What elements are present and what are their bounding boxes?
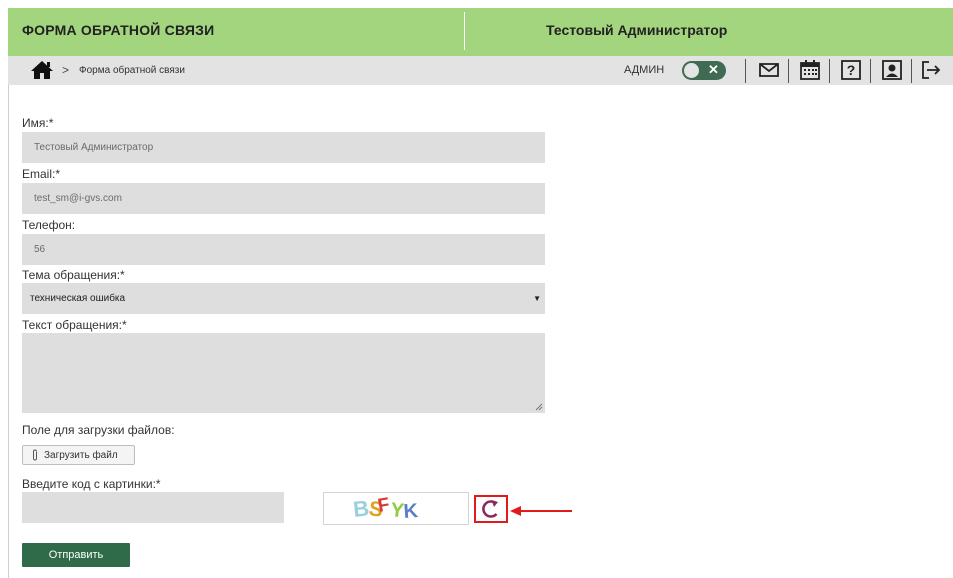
help-icon[interactable]: ? [840, 59, 862, 81]
upload-label: Поле для загрузки файлов: [22, 423, 175, 437]
calendar-icon[interactable] [799, 59, 821, 81]
role-toggle[interactable]: ✕ [682, 61, 726, 80]
captcha-label: Введите код с картинки:* [22, 477, 161, 491]
breadcrumb-separator: > [62, 63, 70, 77]
name-field[interactable]: Тестовый Администратор [22, 132, 545, 163]
topic-selected-value: техническая ошибка [30, 293, 126, 304]
captcha-refresh-button[interactable] [474, 495, 508, 523]
phone-field[interactable]: 56 [22, 234, 545, 265]
svg-text:F: F [376, 494, 391, 517]
toolbar-divider [870, 59, 871, 83]
topic-label: Тема обращения:* [22, 268, 125, 282]
mail-icon[interactable] [758, 59, 780, 81]
name-label: Имя:* [22, 116, 54, 130]
close-icon: ✕ [708, 62, 719, 77]
toolbar-divider [911, 59, 912, 83]
header-divider [464, 12, 465, 50]
logout-icon[interactable] [920, 59, 942, 81]
toolbar-divider [788, 59, 789, 83]
role-label: АДМИН [624, 64, 665, 76]
home-icon[interactable] [30, 60, 54, 80]
captcha-picture: B S F Y K [352, 494, 419, 523]
topic-select[interactable]: техническая ошибка ▼ [22, 283, 545, 314]
refresh-icon [482, 500, 498, 518]
phone-label: Телефон: [22, 218, 76, 232]
submit-button[interactable]: Отправить [22, 543, 130, 567]
annotation-arrow [510, 506, 572, 516]
message-label: Текст обращения:* [22, 318, 127, 332]
message-textarea[interactable] [22, 333, 545, 413]
chevron-down-icon: ▼ [533, 294, 541, 303]
toolbar-divider [745, 59, 746, 83]
email-field[interactable]: test_sm@i-gvs.com [22, 183, 545, 214]
resize-handle-icon[interactable] [535, 403, 543, 411]
paperclip-icon [33, 449, 37, 461]
toolbar-divider [829, 59, 830, 83]
upload-file-button[interactable]: Загрузить файл [22, 445, 135, 465]
upload-button-label: Загрузить файл [44, 450, 118, 461]
breadcrumb: Форма обратной связи [79, 65, 185, 76]
email-label: Email:* [22, 167, 61, 181]
svg-text:?: ? [847, 62, 856, 78]
app-title: ФОРМА ОБРАТНОЙ СВЯЗИ [22, 22, 215, 38]
profile-icon[interactable] [881, 59, 903, 81]
toggle-knob [684, 63, 699, 78]
svg-text:K: K [403, 500, 419, 523]
captcha-input[interactable] [22, 492, 284, 523]
captcha-image: B S F Y K [323, 492, 469, 525]
user-name: Тестовый Администратор [546, 22, 728, 38]
